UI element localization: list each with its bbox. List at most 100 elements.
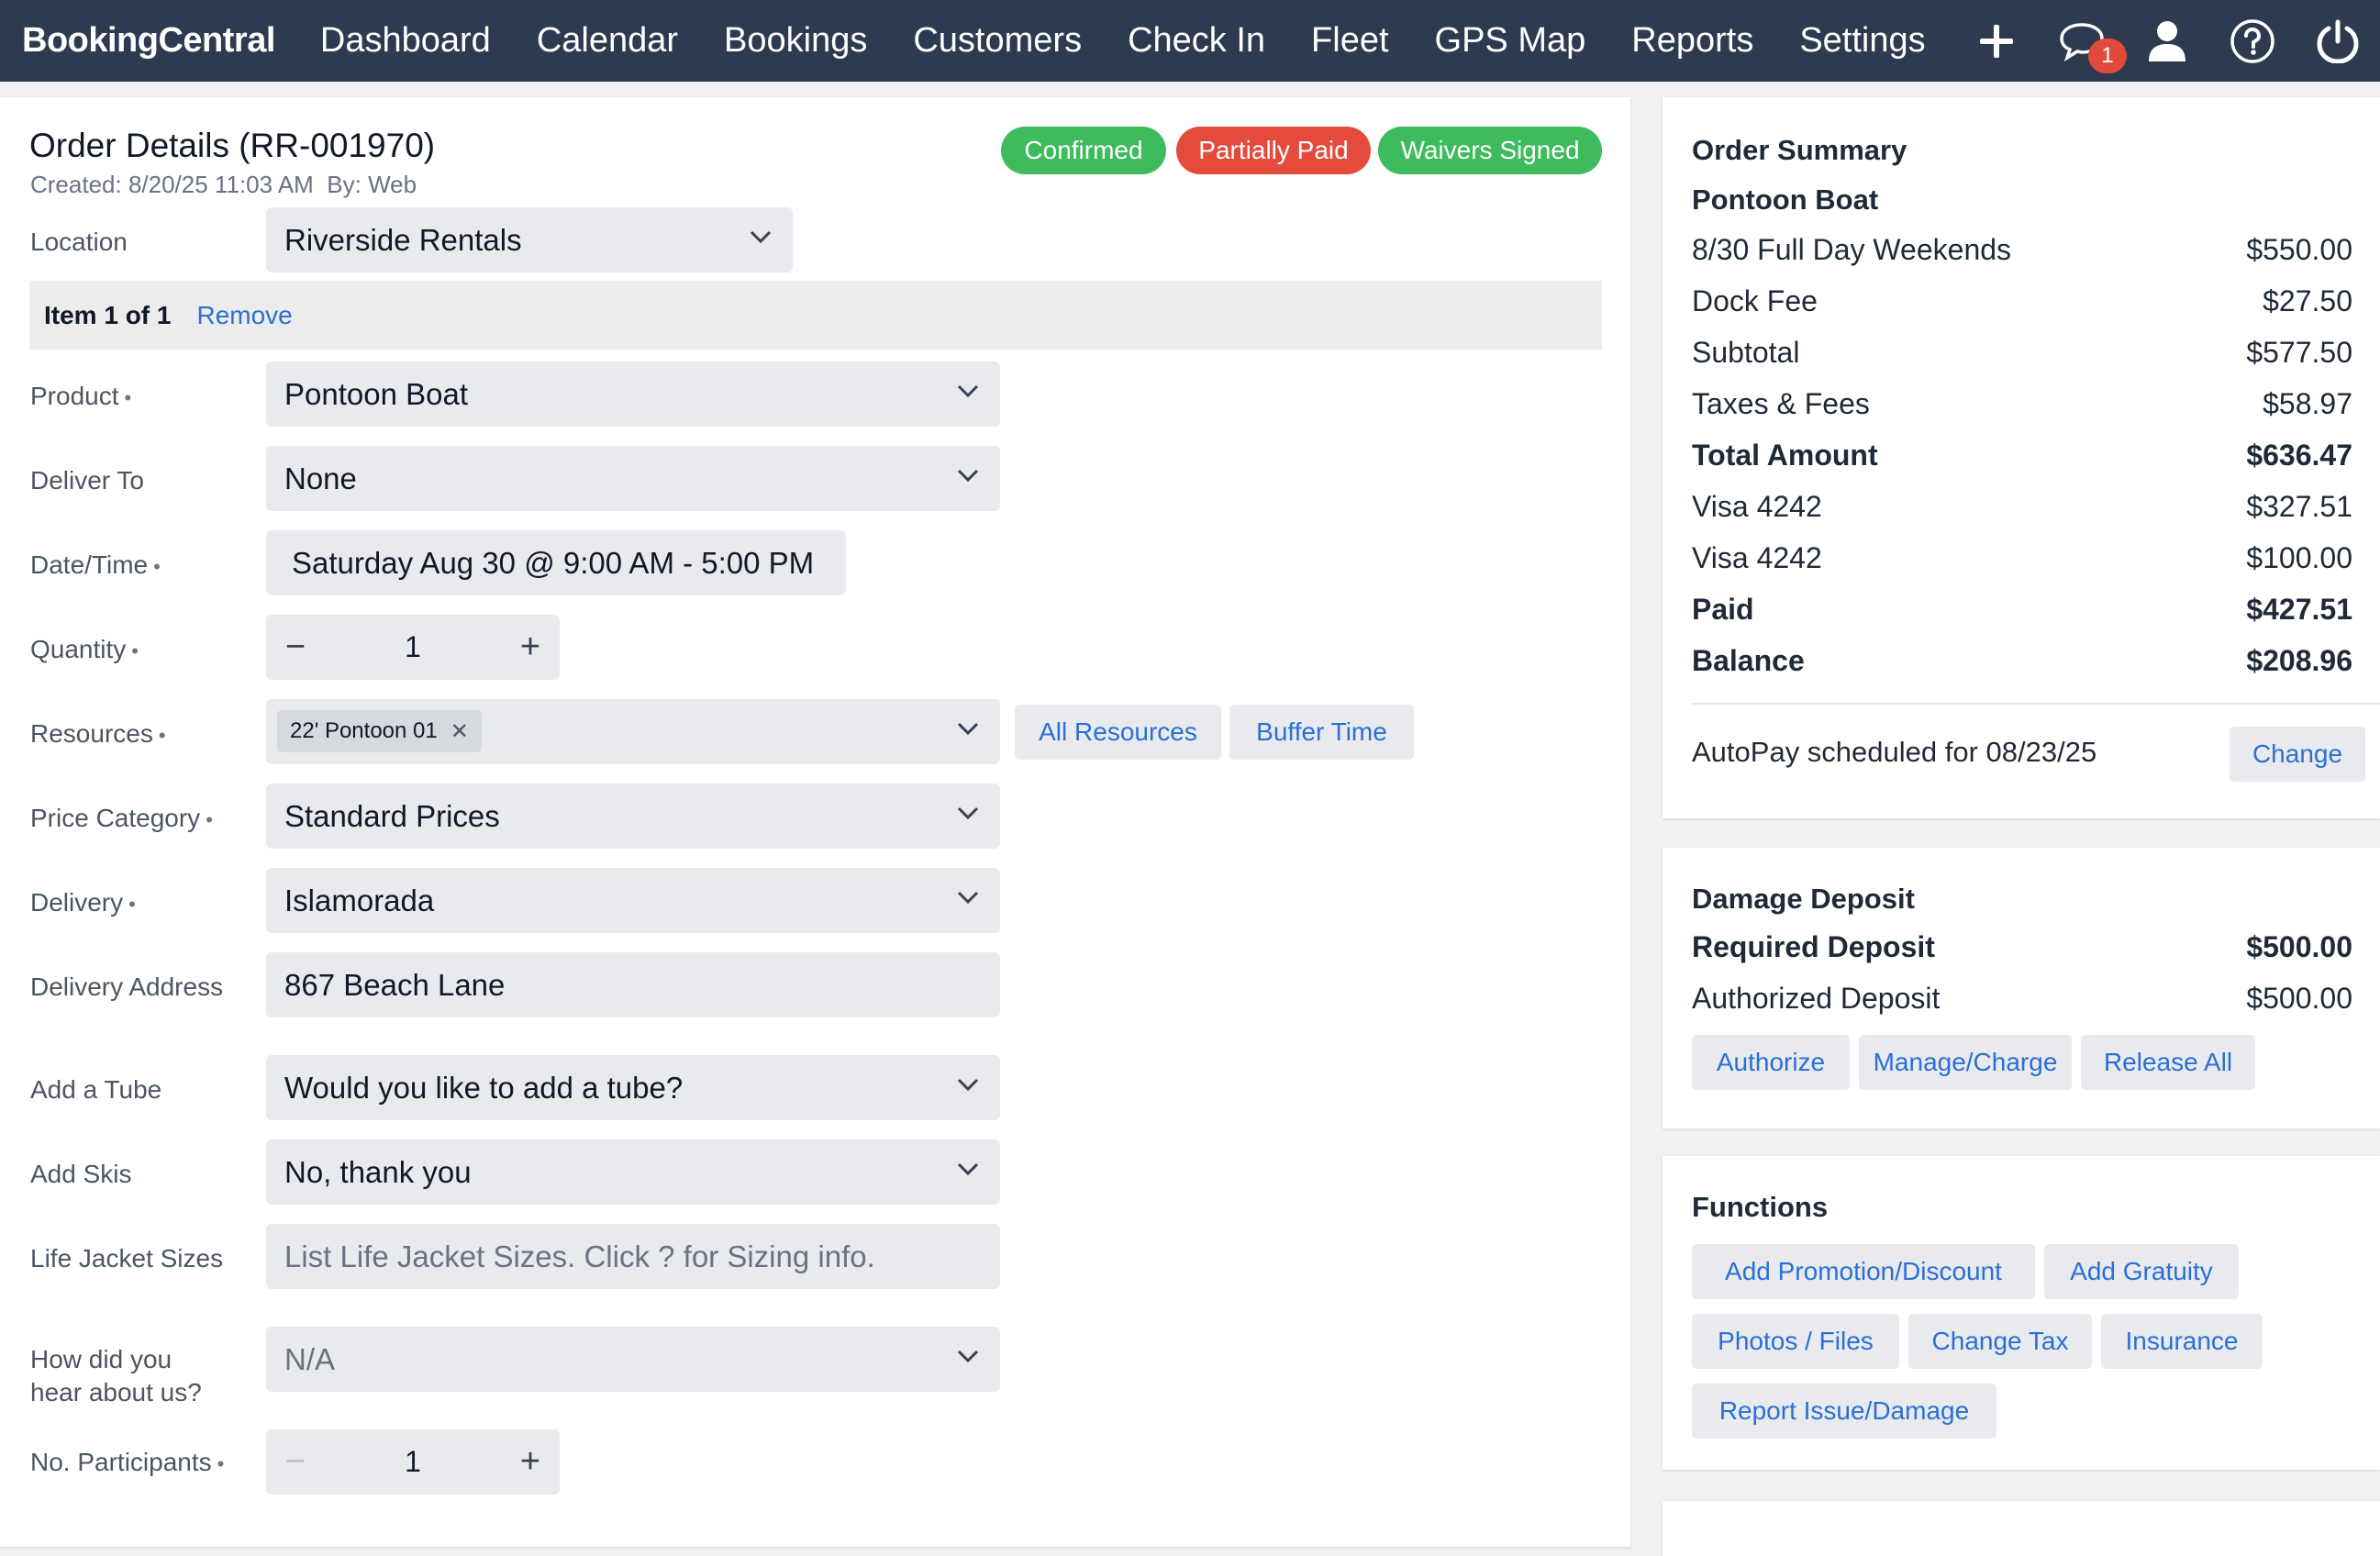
quantity-stepper: − 1 + [266,615,560,680]
authorize-button[interactable]: Authorize [1692,1035,1850,1090]
nav-customers[interactable]: Customers [890,21,1105,61]
add-tube-select[interactable]: Would you like to add a tube? [266,1055,1000,1120]
nav-gps-map[interactable]: GPS Map [1412,21,1609,61]
summary-row-balance: Balance $208.96 [1692,644,2352,677]
delivery-select[interactable]: Islamorada [266,868,1000,933]
summary-row: Dock Fee $27.50 [1692,284,2352,317]
remove-item-link[interactable]: Remove [196,301,292,330]
autopay-status: AutoPay scheduled for 08/23/25 [1692,736,2097,768]
all-resources-button[interactable]: All Resources [1015,705,1221,760]
life-jacket-label: Life Jacket Sizes [30,1244,224,1273]
summary-divider [1692,703,2380,705]
quantity-increment-button[interactable]: + [501,615,560,680]
functions-card: Functions Add Promotion/Discount Add Gra… [1663,1156,2380,1470]
release-all-button[interactable]: Release All [2081,1035,2255,1090]
nav-calendar[interactable]: Calendar [514,21,701,61]
plus-icon[interactable] [1953,0,2039,82]
chevron-down-icon [957,891,979,905]
order-summary-title: Order Summary [1692,134,1907,166]
location-select[interactable]: Riverside Rentals [266,207,793,272]
quantity-value[interactable]: 1 [325,615,501,680]
delivery-label: Delivery • [30,888,136,917]
status-badge-confirmed: Confirmed [1001,127,1166,174]
product-label: Product • [30,382,132,410]
add-skis-label: Add Skis [30,1160,132,1188]
nav-bookings[interactable]: Bookings [701,21,890,61]
insurance-button[interactable]: Insurance [2101,1314,2263,1369]
hear-about-label: How did you hear about us? [30,1345,202,1406]
location-label: Location [30,228,128,256]
chevron-down-icon [957,722,979,736]
nav-reports[interactable]: Reports [1608,21,1776,61]
summary-row-paid: Paid $427.51 [1692,593,2352,626]
chevron-down-icon [750,230,772,244]
product-select[interactable]: Pontoon Boat [266,361,1000,427]
deliver-to-label: Deliver To [30,466,144,495]
chip-remove-icon[interactable]: ✕ [450,718,469,745]
status-badge-waivers-signed: Waivers Signed [1378,127,1602,174]
nav-fleet[interactable]: Fleet [1288,21,1411,61]
summary-row: Taxes & Fees $58.97 [1692,387,2352,420]
nav-settings[interactable]: Settings [1776,21,1948,61]
top-nav: BookingCentral Dashboard Calendar Bookin… [0,0,2380,82]
autopay-change-button[interactable]: Change [2230,727,2365,782]
help-icon[interactable] [2209,0,2295,82]
quantity-label: Quantity • [30,635,139,663]
summary-row: Subtotal $577.50 [1692,336,2352,369]
item-header: Item 1 of 1 Remove [29,281,1602,350]
price-category-select[interactable]: Standard Prices [266,784,1000,849]
summary-product-name: Pontoon Boat [1692,183,1879,216]
functions-title: Functions [1692,1191,1829,1223]
summary-row-payment: Visa 4242 $100.00 [1692,541,2352,574]
chevron-down-icon [957,1162,979,1176]
participants-increment-button[interactable]: + [501,1429,560,1495]
deliver-to-select[interactable]: None [266,446,1000,511]
chat-badge: 1 [2088,39,2127,73]
quantity-decrement-button[interactable]: − [266,615,325,680]
item-counter: Item 1 of 1 [44,300,172,329]
change-tax-button[interactable]: Change Tax [1908,1314,2092,1369]
add-promotion-button[interactable]: Add Promotion/Discount [1692,1244,2035,1299]
required-deposit-row: Required Deposit $500.00 [1692,930,2352,963]
order-summary-card: Order Summary Pontoon Boat 8/30 Full Day… [1663,97,2380,818]
manage-charge-button[interactable]: Manage/Charge [1859,1035,2072,1090]
add-skis-select[interactable]: No, thank you [266,1139,1000,1205]
power-icon[interactable] [2295,0,2380,82]
order-details-card: Order Details (RR-001970) Created: 8/20/… [0,97,1630,1547]
damage-deposit-card: Damage Deposit Required Deposit $500.00 A… [1663,848,2380,1128]
chat-icon[interactable]: 1 [2039,0,2127,82]
delivery-address-input[interactable]: 867 Beach Lane [266,952,1000,1017]
chevron-down-icon [957,1078,979,1092]
add-gratuity-button[interactable]: Add Gratuity [2044,1244,2239,1299]
additional-card [1663,1501,2380,1556]
resource-chip: 22' Pontoon 01 ✕ [277,710,482,752]
participants-value[interactable]: 1 [325,1429,501,1495]
participants-stepper: − 1 + [266,1429,560,1495]
participants-label: No. Participants • [30,1448,225,1476]
life-jacket-input[interactable]: List Life Jacket Sizes. Click ? for Sizi… [266,1224,1000,1289]
chevron-down-icon [957,469,979,483]
delivery-address-label: Delivery Address [30,972,224,1001]
nav-check-in[interactable]: Check In [1105,21,1288,61]
summary-row: 8/30 Full Day Weekends $550.00 [1692,233,2352,266]
resources-label: Resources • [30,719,166,748]
authorized-deposit-row: Authorized Deposit $500.00 [1692,982,2352,1015]
participants-decrement-button[interactable]: − [266,1429,325,1495]
order-created: Created: 8/20/25 11:03 AM By: Web [30,171,417,198]
user-icon[interactable] [2124,0,2209,82]
add-tube-label: Add a Tube [30,1075,162,1104]
chevron-down-icon [957,384,979,398]
chevron-down-icon [957,1350,979,1363]
buffer-time-button[interactable]: Buffer Time [1229,705,1414,760]
status-badge-partially-paid: Partially Paid [1176,127,1371,174]
hear-about-select[interactable]: N/A [266,1327,1000,1392]
report-issue-button[interactable]: Report Issue/Damage [1692,1384,1996,1439]
resources-select[interactable]: 22' Pontoon 01 ✕ [266,699,1000,764]
nav-dashboard[interactable]: Dashboard [297,21,514,61]
datetime-picker[interactable]: Saturday Aug 30 @ 9:00 AM - 5:00 PM [266,530,846,595]
price-category-label: Price Category • [30,804,213,832]
brand-logo[interactable]: BookingCentral [22,21,275,61]
chevron-down-icon [957,806,979,820]
photos-files-button[interactable]: Photos / Files [1692,1314,1899,1369]
order-title: Order Details (RR-001970) [29,127,436,164]
